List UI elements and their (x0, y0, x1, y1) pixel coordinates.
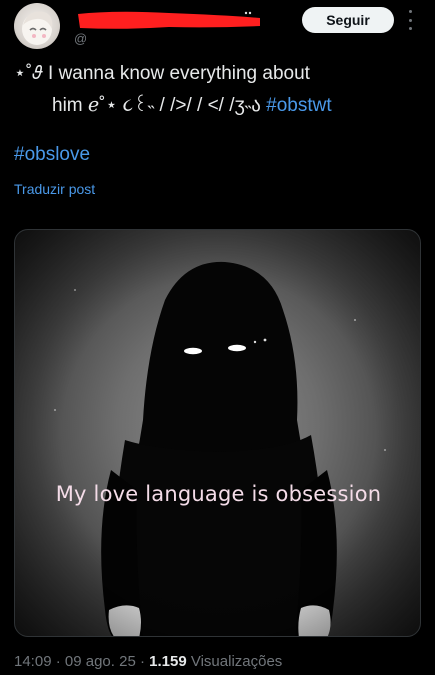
silhouette-figure (15, 230, 420, 636)
redacted-name (78, 11, 260, 29)
meta-separator: · (55, 653, 61, 670)
hashtag-obstwt[interactable]: #obstwt (266, 95, 331, 116)
meta-separator-2: · (139, 653, 145, 670)
views-count[interactable]: 1.159 (149, 653, 187, 670)
post-time[interactable]: 14:09 (14, 653, 52, 670)
post-text-line-1: ⋆˚𝜗 I wanna know everything about (14, 63, 310, 84)
image-caption-text: My love language is obsession (55, 482, 382, 506)
post-header: @ Seguir (0, 0, 435, 56)
follow-button[interactable]: Seguir (302, 7, 394, 33)
post-meta: 14:09 · 09 ago. 25 · 1.159 Visualizações (14, 653, 282, 670)
views-label[interactable]: Visualizações (191, 653, 282, 670)
post-text-line-2: him ℯ˚⋆ ૮꒰˵ / />/ / </ /ʒ˵ა #obstwt (14, 90, 424, 122)
more-vertical-icon[interactable] (404, 10, 416, 30)
hashtag-obslove[interactable]: #obslove (14, 144, 90, 166)
avatar-image (22, 11, 53, 45)
post-text-line-2-text: him ℯ˚⋆ ૮꒰˵ / />/ / </ /ʒ˵ა (52, 95, 261, 116)
handle-stub: @ (74, 31, 88, 46)
post-text: ⋆˚𝜗 I wanna know everything about him ℯ˚… (14, 58, 424, 122)
translate-post-link[interactable]: Traduzir post (14, 181, 95, 197)
post-view: @ Seguir ⋆˚𝜗 I wanna know everything abo… (0, 0, 435, 675)
post-image[interactable]: My love language is obsession (14, 229, 421, 637)
avatar[interactable] (14, 3, 60, 49)
post-date[interactable]: 09 ago. 25 (65, 653, 136, 670)
